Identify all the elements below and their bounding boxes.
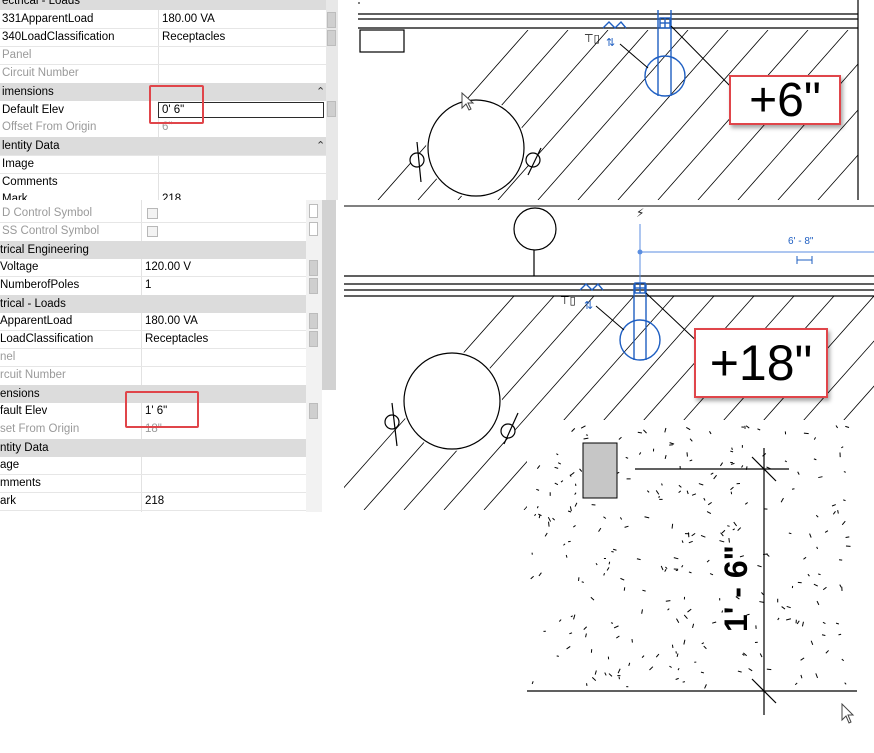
property-row-panel[interactable]: Panel <box>0 46 326 64</box>
property-row-comments[interactable]: Comments <box>0 173 326 191</box>
category-electrical-loads[interactable]: trical - Loads ⌃ <box>0 295 322 313</box>
elevation-callout-text: +18" <box>709 335 813 391</box>
property-row-mark[interactable]: ark 218 <box>0 492 322 510</box>
elevation-callout-bottom: +18" <box>694 328 828 398</box>
checkbox[interactable] <box>147 226 158 237</box>
category-electrical-engineering[interactable]: trical Engineering ⌃ <box>0 241 322 259</box>
lightning-icon: ⚡ <box>636 206 644 220</box>
property-row-voltage[interactable]: Voltage 120.00 V <box>0 258 322 276</box>
property-row-circuit-number[interactable]: rcuit Number <box>0 366 322 384</box>
panel-scrollbar[interactable] <box>326 0 338 200</box>
dimension-label: 6' - 8" <box>788 236 814 247</box>
property-row-load-classification[interactable]: LoadClassification Receptacles <box>0 330 322 348</box>
cursor-arrow-icon <box>841 703 855 724</box>
property-row-image[interactable]: Image <box>0 155 326 173</box>
properties-panel-bottom[interactable]: D Control Symbol SS Control Symbol trica… <box>0 200 344 512</box>
panel-scrollbar[interactable] <box>306 200 322 512</box>
category-identity-data[interactable]: lentity Data ⌃ <box>0 137 326 155</box>
highlight-box-default-elev <box>125 391 199 428</box>
property-row-comments[interactable]: mments <box>0 474 322 492</box>
property-row-number-of-poles[interactable]: NumberofPoles 1 <box>0 276 322 294</box>
svg-text:⊤▯: ⊤▯ <box>584 32 600 45</box>
property-row-load-classification[interactable]: 340LoadClassification Receptacles <box>0 28 326 46</box>
properties-panel-top[interactable]: ectrical - Loads ⌃ 331ApparentLoad 180.0… <box>0 0 340 200</box>
checkbox[interactable] <box>147 208 158 219</box>
svg-text:⇅: ⇅ <box>606 36 615 49</box>
collapse-chevron-icon[interactable]: ⌃ <box>316 137 325 155</box>
property-row-image[interactable]: age <box>0 456 322 474</box>
property-row-mark[interactable]: Mark 218 <box>0 190 326 200</box>
svg-text:⇅: ⇅ <box>584 299 593 312</box>
section-detail-view[interactable]: 1' - 6" <box>527 420 874 753</box>
elevation-callout-text: +6" <box>749 73 821 127</box>
svg-text:⊤▯: ⊤▯ <box>560 294 576 307</box>
category-identity-data[interactable]: ntity Data ⌃ <box>0 439 322 457</box>
collapse-chevron-icon[interactable]: ⌃ <box>316 0 325 10</box>
highlight-box-default-elev <box>149 85 204 124</box>
property-row-d-control-symbol[interactable]: D Control Symbol <box>0 204 322 222</box>
section-dimension-text: 1' - 6" <box>718 545 754 632</box>
cursor-arrow-icon <box>461 92 475 111</box>
property-row-panel[interactable]: nel <box>0 348 322 366</box>
property-row-circuit-number[interactable]: Circuit Number <box>0 64 326 82</box>
collapse-chevron-icon[interactable]: ⌃ <box>316 83 325 101</box>
property-row-apparent-load[interactable]: ApparentLoad 180.00 VA <box>0 312 322 330</box>
property-row-ss-control-symbol[interactable]: SS Control Symbol <box>0 222 322 240</box>
property-row-apparent-load[interactable]: 331ApparentLoad 180.00 VA <box>0 10 326 28</box>
elevation-callout-top: +6" <box>729 73 841 127</box>
category-electrical-loads[interactable]: ectrical - Loads ⌃ <box>0 0 326 10</box>
